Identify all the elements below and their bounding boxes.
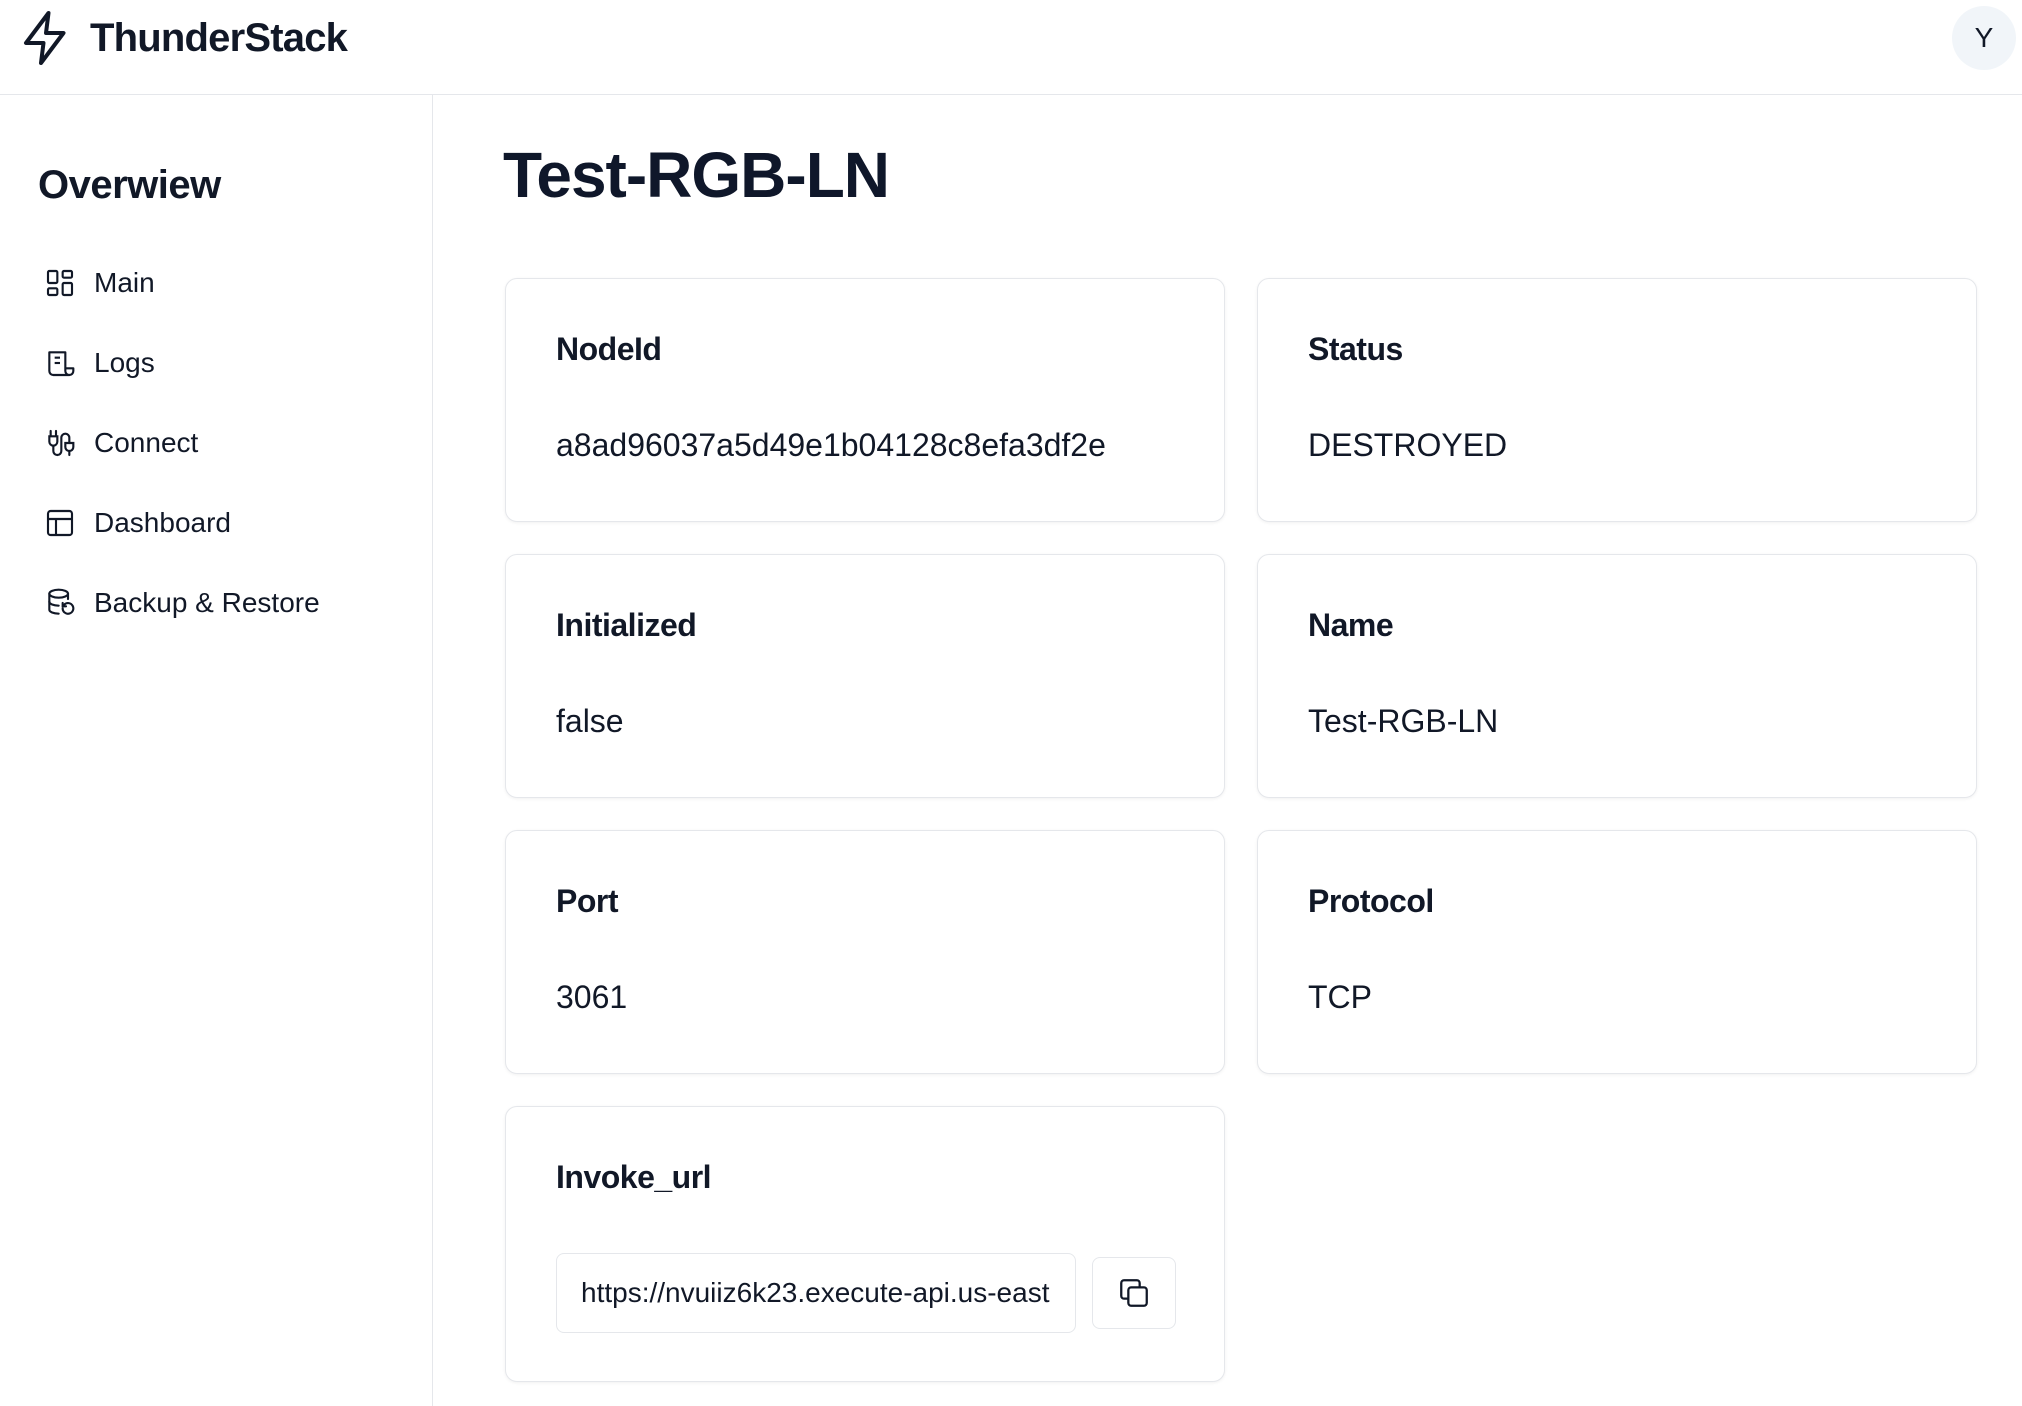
card-label: Initialized xyxy=(556,607,697,643)
card-label: NodeId xyxy=(556,331,662,367)
scroll-icon xyxy=(48,351,75,377)
layout-icon xyxy=(46,509,74,537)
protocol-card: Protocol TCP xyxy=(1257,830,1977,1074)
node-id-card: NodeId a8ad96037a5d49e1b04128c8efa3df2e xyxy=(505,278,1225,522)
sidebar-item-label: Backup & Restore xyxy=(94,587,320,618)
node-id-value: a8ad96037a5d49e1b04128c8efa3df2e xyxy=(556,427,1106,463)
copy-url-button[interactable] xyxy=(1092,1257,1176,1329)
sidebar-item-label: Main xyxy=(94,267,155,298)
app-logo[interactable]: ThunderStack xyxy=(16,6,348,70)
sidebar-item-connect[interactable]: Connect xyxy=(44,418,198,468)
card-label: Protocol xyxy=(1308,883,1434,919)
protocol-value: TCP xyxy=(1308,979,1372,1015)
sidebar-item-main[interactable]: Main xyxy=(44,258,155,308)
name-value: Test-RGB-LN xyxy=(1308,703,1499,739)
page-title: Test-RGB-LN xyxy=(503,139,890,211)
card-label: Name xyxy=(1308,607,1394,643)
invoke-url-card: Invoke_url xyxy=(505,1106,1225,1382)
card-label: Status xyxy=(1308,331,1403,367)
card-label: Invoke_url xyxy=(556,1159,712,1195)
status-card: Status DESTROYED xyxy=(1257,278,1977,522)
app-name: ThunderStack xyxy=(90,15,348,60)
sidebar-item-label: Dashboard xyxy=(94,507,231,538)
sidebar-item-backup-restore[interactable]: Backup & Restore xyxy=(44,578,320,628)
name-card: Name Test-RGB-LN xyxy=(1257,554,1977,798)
status-value: DESTROYED xyxy=(1308,427,1508,463)
plug-icon xyxy=(48,429,75,457)
top-header: ThunderStack Y xyxy=(0,0,2022,95)
sidebar-item-label: Logs xyxy=(94,347,155,378)
port-value: 3061 xyxy=(556,979,628,1015)
sidebar: Overwiew Main Logs Connect Dashboard Bac… xyxy=(0,95,433,1406)
invoke-url-field[interactable] xyxy=(556,1253,1076,1333)
initialized-value: false xyxy=(556,703,624,739)
copy-icon xyxy=(1120,1279,1148,1307)
sidebar-item-dashboard[interactable]: Dashboard xyxy=(44,498,231,548)
port-card: Port 3061 xyxy=(505,830,1225,1074)
user-avatar[interactable]: Y xyxy=(1952,6,2016,70)
sidebar-title: Overwiew xyxy=(38,163,221,207)
database-restore-icon xyxy=(48,588,75,615)
sidebar-item-logs[interactable]: Logs xyxy=(44,338,155,388)
lightning-bolt-icon xyxy=(24,11,66,65)
initialized-card: Initialized false xyxy=(505,554,1225,798)
card-label: Port xyxy=(556,883,619,919)
sidebar-item-label: Connect xyxy=(94,427,199,458)
dashboard-grid-icon xyxy=(46,269,74,297)
